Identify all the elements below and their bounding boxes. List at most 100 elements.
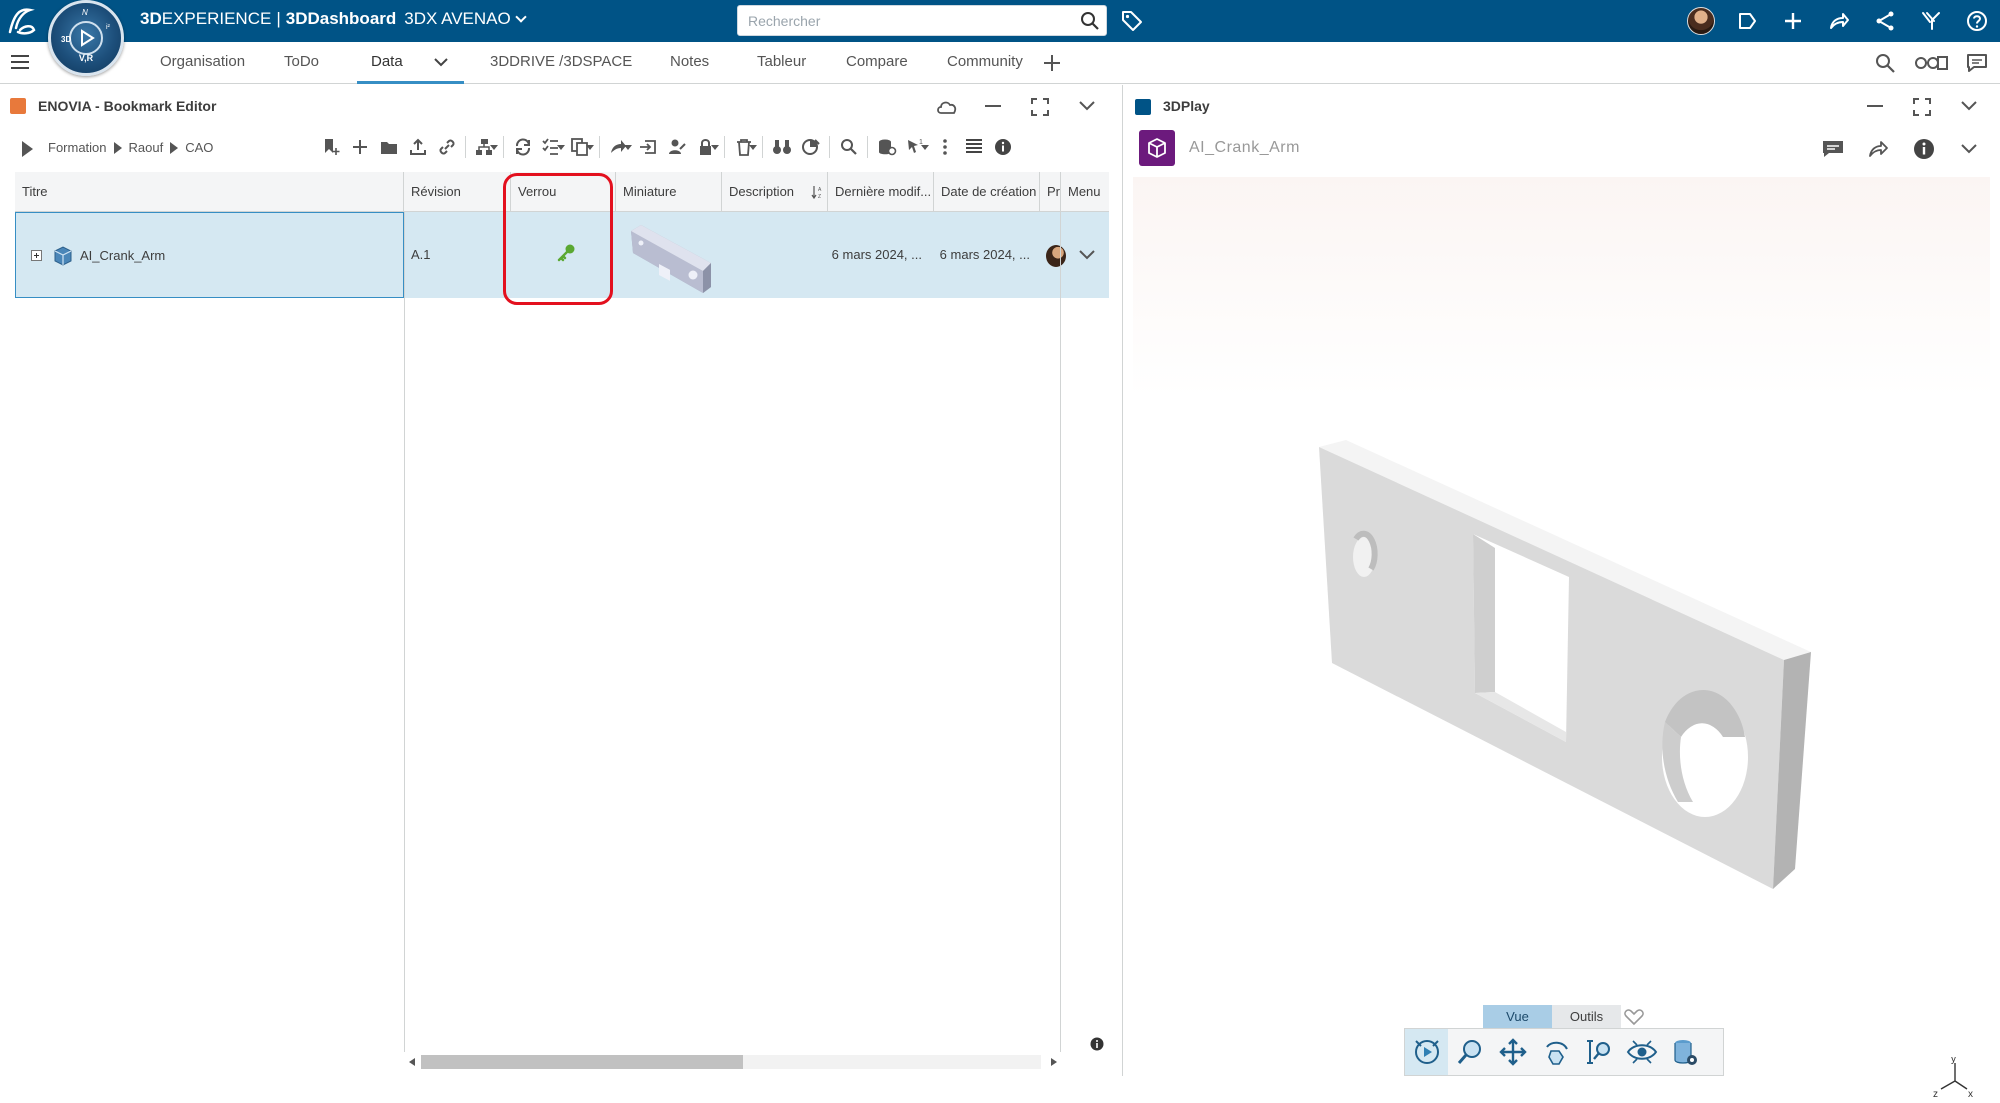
options-chevron-icon[interactable] (1961, 144, 1977, 154)
breadcrumb-raouf[interactable]: Raouf (129, 140, 164, 155)
view-mode-button[interactable] (1620, 1029, 1663, 1075)
attributes-dropdown-button[interactable] (537, 135, 566, 159)
search-icon[interactable] (1080, 11, 1100, 31)
tag-icon[interactable] (1120, 9, 1144, 33)
add-button[interactable] (345, 135, 374, 159)
tab-vue[interactable]: Vue (1483, 1005, 1552, 1029)
breadcrumb-formation[interactable]: Formation (48, 140, 107, 155)
column-header-pr[interactable]: Pr (1040, 172, 1061, 212)
scroll-thumb[interactable] (421, 1055, 743, 1069)
search-input[interactable] (738, 6, 1058, 35)
more-options-button[interactable] (930, 135, 959, 159)
binoculars-toggle-button[interactable] (1908, 53, 1954, 73)
share-tag-button[interactable] (1724, 0, 1770, 42)
tab-3ddrive[interactable]: 3DDRIVE /3DSPACE (490, 42, 632, 84)
add-button[interactable] (1770, 0, 1816, 42)
minimize-icon[interactable] (985, 105, 1001, 109)
3d-viewport[interactable]: y x z (1133, 177, 1990, 1100)
widget-menu-chevron-icon[interactable] (1961, 101, 1977, 111)
breadcrumb-cao[interactable]: CAO (185, 140, 213, 155)
hamburger-menu-icon[interactable] (11, 54, 29, 70)
favorite-heart-icon[interactable] (1623, 1008, 1645, 1026)
column-header-revision[interactable]: Révision (404, 172, 511, 212)
folder-button[interactable] (374, 135, 403, 159)
info-button[interactable] (988, 135, 1017, 159)
binoculars-button[interactable] (767, 135, 796, 159)
delete-dropdown-button[interactable] (729, 135, 758, 159)
sort-icon[interactable]: AZ (811, 185, 825, 199)
scroll-left-arrow-icon[interactable] (409, 1058, 415, 1066)
comment-icon[interactable] (1821, 139, 1845, 159)
refresh-button[interactable] (508, 135, 537, 159)
lock-dropdown-button[interactable] (691, 135, 720, 159)
database-button[interactable] (872, 135, 901, 159)
toolbar-divider (724, 136, 725, 158)
info-icon[interactable] (1913, 138, 1935, 160)
compass-button[interactable]: 3D N i² V,R (48, 0, 124, 76)
insert-button[interactable] (633, 135, 662, 159)
cloud-icon[interactable] (936, 99, 958, 115)
apps-tools-button[interactable] (1908, 0, 1954, 42)
breadcrumb: Formation Raouf CAO (48, 140, 213, 155)
owner-button[interactable] (662, 135, 691, 159)
zoom-button[interactable] (1448, 1029, 1491, 1075)
maturity-button[interactable] (796, 135, 825, 159)
select-dropdown-button[interactable]: 1 (901, 135, 930, 159)
fit-all-button[interactable] (1405, 1029, 1448, 1075)
avatar (1687, 7, 1715, 35)
measure-zoom-button[interactable] (1577, 1029, 1620, 1075)
tab-data[interactable]: Data (371, 42, 403, 84)
column-header-titre[interactable]: Titre (15, 172, 404, 212)
pan-button[interactable] (1491, 1029, 1534, 1075)
widget-menu-chevron-icon[interactable] (1079, 101, 1095, 111)
search-button[interactable] (834, 135, 863, 159)
list-view-button[interactable] (959, 135, 988, 159)
add-tab-plus-icon[interactable] (1044, 55, 1060, 71)
expand-row-icon[interactable] (31, 250, 42, 261)
maximize-icon[interactable] (1913, 98, 1931, 116)
tab-community[interactable]: Community (947, 42, 1023, 84)
scroll-right-arrow-icon[interactable] (1051, 1058, 1057, 1066)
owner-avatar[interactable] (1046, 245, 1066, 267)
breadcrumb-expand-icon[interactable] (22, 141, 33, 157)
upload-button[interactable] (403, 135, 432, 159)
horizontal-scrollbar[interactable] (407, 1052, 1057, 1069)
share-button[interactable] (1816, 0, 1862, 42)
chat-button[interactable] (1954, 53, 2000, 73)
column-header-last-modified[interactable]: Dernière modif... (828, 172, 934, 212)
structure-dropdown-button[interactable] (470, 135, 499, 159)
column-header-menu[interactable]: Menu (1061, 172, 1109, 212)
title-cell[interactable]: AI_Crank_Arm (15, 212, 404, 298)
share-arrow-icon[interactable] (1868, 139, 1890, 159)
copy-dropdown-button[interactable] (566, 135, 595, 159)
data-settings-button[interactable] (1663, 1029, 1706, 1075)
social-share-button[interactable] (1862, 0, 1908, 42)
new-bookmark-button[interactable] (316, 135, 345, 159)
rotate-button[interactable] (1534, 1029, 1577, 1075)
tab-outils[interactable]: Outils (1552, 1005, 1621, 1029)
thumbnail-image[interactable] (627, 221, 715, 293)
link-button[interactable] (432, 135, 461, 159)
search-box (737, 5, 1107, 36)
column-header-miniature[interactable]: Miniature (616, 172, 722, 212)
tab-tableur[interactable]: Tableur (757, 42, 806, 84)
minimize-icon[interactable] (1867, 105, 1883, 109)
tab-data-chevron-down-icon[interactable] (434, 57, 448, 67)
footer-info-icon[interactable] (1090, 1037, 1104, 1051)
3d-part-model[interactable] (1133, 177, 1990, 1076)
search-filter-button[interactable] (1862, 52, 1908, 74)
column-header-description[interactable]: Description AZ (722, 172, 828, 212)
tab-compare[interactable]: Compare (846, 42, 908, 84)
share-dropdown-button[interactable] (604, 135, 633, 159)
row-menu-chevron-icon[interactable] (1079, 250, 1095, 260)
user-avatar-button[interactable] (1678, 0, 1724, 42)
tab-organisation[interactable]: Organisation (160, 42, 245, 84)
row-title[interactable]: AI_Crank_Arm (80, 213, 165, 299)
column-header-created[interactable]: Date de création (934, 172, 1040, 212)
tab-todo[interactable]: ToDo (284, 42, 319, 84)
help-button[interactable] (1954, 0, 2000, 42)
tenant-selector[interactable]: 3DX AVENAO (404, 9, 527, 28)
maximize-icon[interactable] (1031, 98, 1049, 116)
tab-notes[interactable]: Notes (670, 42, 709, 84)
dassault-logo-icon[interactable] (6, 4, 40, 38)
